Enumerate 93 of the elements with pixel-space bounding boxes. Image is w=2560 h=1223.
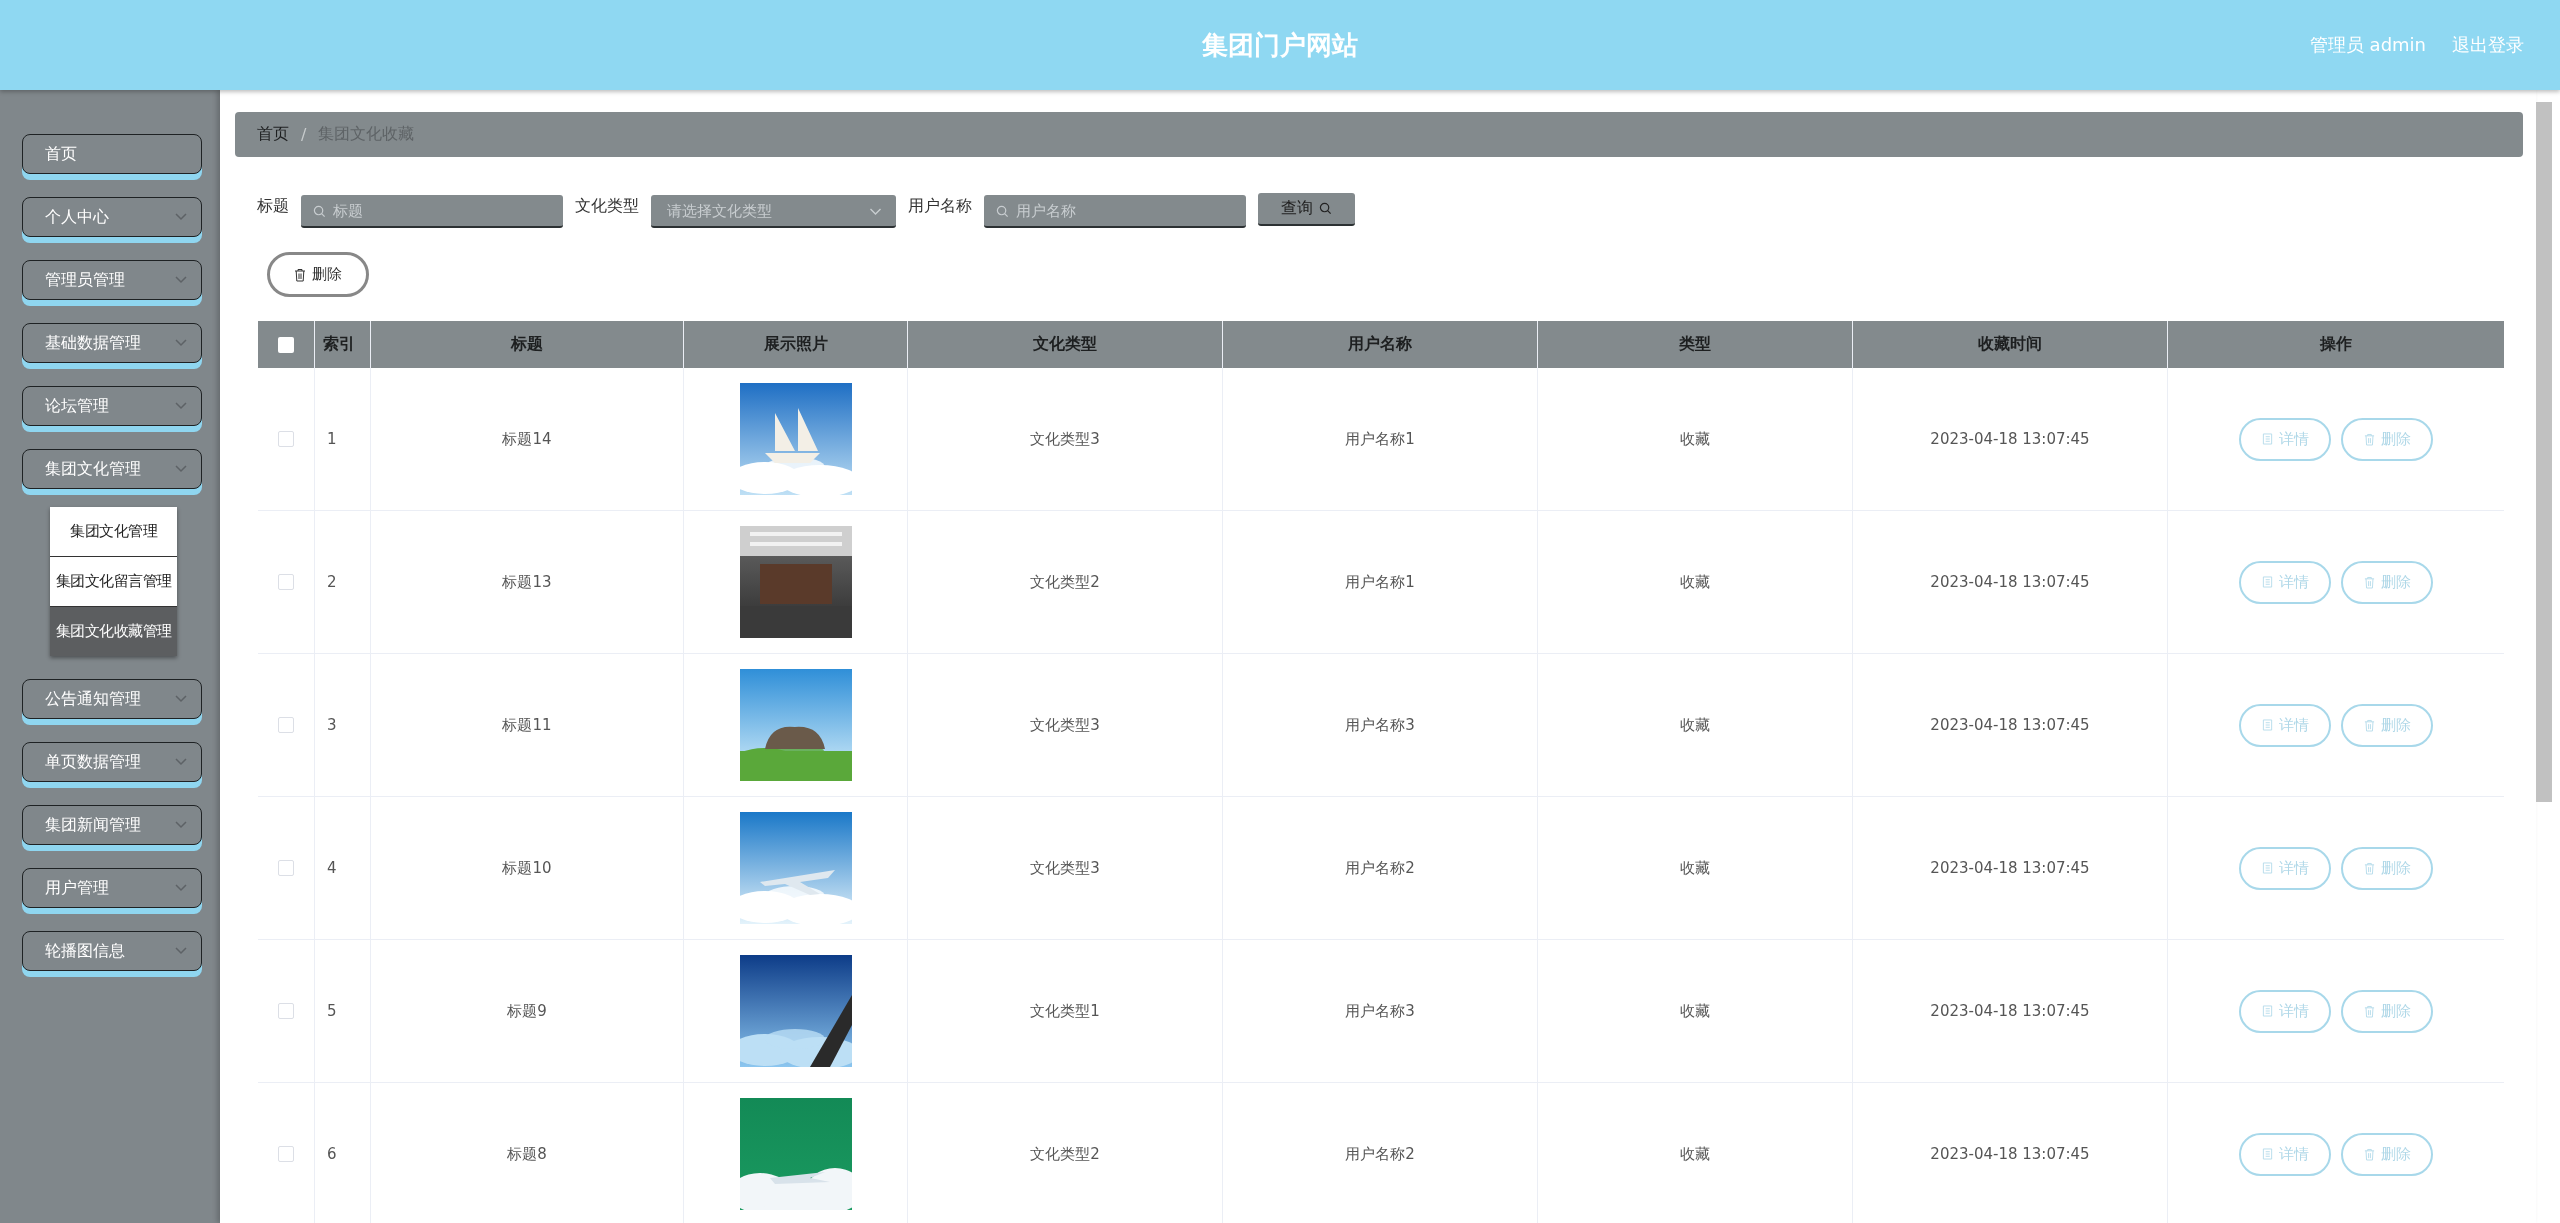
trash-icon [2363, 1004, 2375, 1018]
table-cell: 文化类型3 [1030, 858, 1100, 878]
row-checkbox[interactable] [278, 717, 294, 733]
column-header: 收藏时间 [1853, 321, 2168, 368]
table-cell: 用户名称1 [1345, 429, 1415, 449]
chevron-icon [175, 695, 187, 703]
table-cell: 4 [327, 859, 337, 877]
table-cell: 标题10 [502, 858, 552, 878]
trash-icon [2363, 1147, 2375, 1161]
document-icon [2261, 576, 2273, 588]
search-field[interactable]: 标题 [301, 195, 563, 228]
row-checkbox[interactable] [278, 1146, 294, 1162]
table-cell: 2023-04-18 13:07:45 [1930, 859, 2090, 877]
table-cell: 用户名称2 [1345, 858, 1415, 878]
document-icon [2261, 1005, 2273, 1017]
table-cell: 用户名称2 [1345, 1144, 1415, 1164]
table-cell: 2 [327, 573, 337, 591]
row-checkbox[interactable] [278, 860, 294, 876]
document-icon [2261, 433, 2273, 445]
chevron-icon [175, 758, 187, 766]
row-checkbox[interactable] [278, 574, 294, 590]
search-icon [313, 205, 326, 218]
table-cell: 收藏 [1680, 715, 1710, 735]
column-header: 展示照片 [684, 321, 908, 368]
table-cell: 收藏 [1680, 1144, 1710, 1164]
table-cell: 6 [327, 1145, 337, 1163]
column-header: 用户名称 [1223, 321, 1538, 368]
search-icon [1319, 202, 1332, 215]
chevron-icon [175, 884, 187, 892]
table-cell: 收藏 [1680, 1001, 1710, 1021]
table-cell: 文化类型3 [1030, 715, 1100, 735]
select-all-checkbox[interactable] [278, 336, 294, 353]
search-button[interactable]: 查询 [1258, 193, 1355, 226]
document-icon [2261, 719, 2273, 731]
table-cell: 1 [327, 430, 337, 448]
table-cell: 标题14 [502, 429, 552, 449]
table-cell: 2023-04-18 13:07:45 [1930, 573, 2090, 591]
trash-icon [2363, 575, 2375, 589]
table-cell: 用户名称3 [1345, 1001, 1415, 1021]
column-header: 索引 [315, 321, 371, 368]
column-header: 操作 [2318, 333, 2353, 355]
table-cell: 文化类型3 [1030, 429, 1100, 449]
field-label: 用户名称 [908, 196, 972, 217]
document-icon [2261, 862, 2273, 874]
chevron-icon [175, 821, 187, 829]
submenu-item[interactable]: 集团文化管理 [50, 507, 177, 557]
breadcrumb-link[interactable]: 首页 [257, 124, 289, 145]
trash-icon [2363, 861, 2375, 875]
table-cell: 文化类型2 [1030, 572, 1100, 592]
chevron-icon [175, 213, 187, 221]
field-label: 标题 [257, 196, 289, 217]
row-checkbox[interactable] [278, 431, 294, 447]
trash-icon [2363, 718, 2375, 732]
table-cell: 3 [327, 716, 337, 734]
table-cell: 5 [327, 1002, 337, 1020]
chevron-icon [175, 465, 187, 473]
table-cell: 收藏 [1680, 572, 1710, 592]
scrollbar[interactable] [2536, 102, 2552, 802]
chevron-icon [869, 208, 882, 216]
row-checkbox[interactable] [278, 1003, 294, 1019]
submenu-item[interactable]: 集团文化收藏管理 [50, 607, 177, 656]
search-icon [996, 205, 1009, 218]
table-cell: 2023-04-18 13:07:45 [1930, 1002, 2090, 1020]
table-cell: 收藏 [1680, 858, 1710, 878]
table-cell: 文化类型1 [1030, 1001, 1100, 1021]
table-cell: 2023-04-18 13:07:45 [1930, 430, 2090, 448]
column-header: 文化类型 [908, 321, 1223, 368]
table-cell: 收藏 [1680, 429, 1710, 449]
table-cell: 标题9 [507, 1001, 547, 1021]
table-cell: 文化类型2 [1030, 1144, 1100, 1164]
table-cell: 标题13 [502, 572, 552, 592]
trash-icon [2363, 432, 2375, 446]
table-cell: 用户名称3 [1345, 715, 1415, 735]
table-cell: 2023-04-18 13:07:45 [1930, 1145, 2090, 1163]
user-label: 管理员 admin [2309, 33, 2426, 57]
field-label: 文化类型 [575, 196, 639, 217]
document-icon [2261, 1148, 2273, 1160]
search-field[interactable]: 用户名称 [984, 195, 1246, 228]
table-cell: 用户名称1 [1345, 572, 1415, 592]
chevron-icon [175, 402, 187, 410]
delete-button[interactable]: 删除 [267, 252, 369, 297]
site-title: 集团门户网站 [1202, 28, 1358, 62]
column-header: 类型 [1538, 321, 1853, 368]
select-field[interactable]: 请选择文化类型 [651, 195, 896, 228]
trash-icon [294, 267, 306, 282]
breadcrumb-separator: / [301, 125, 307, 144]
chevron-icon [175, 276, 187, 284]
table-cell: 标题8 [507, 1144, 547, 1164]
table-cell: 2023-04-18 13:07:45 [1930, 716, 2090, 734]
table-cell: 标题11 [502, 715, 552, 735]
chevron-icon [175, 339, 187, 347]
column-header: 标题 [371, 321, 684, 368]
chevron-icon [175, 947, 187, 955]
